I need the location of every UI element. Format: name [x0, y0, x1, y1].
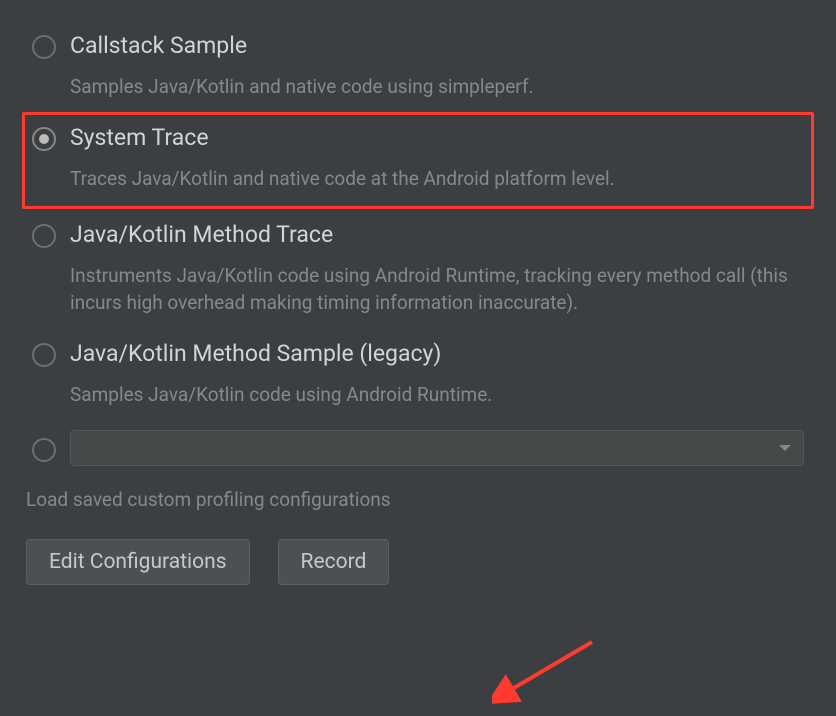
option-title: Callstack Sample: [70, 32, 804, 60]
radio-selected-dot: [39, 134, 49, 144]
custom-config-dropdown[interactable]: [70, 430, 804, 466]
option-content: Java/Kotlin Method Trace Instruments Jav…: [70, 221, 804, 316]
chevron-down-icon: [779, 445, 791, 451]
option-callstack-sample[interactable]: Callstack Sample Samples Java/Kotlin and…: [22, 20, 814, 112]
radio-callstack-sample[interactable]: [32, 35, 56, 59]
annotation-arrow-icon: [492, 637, 602, 707]
option-content: Callstack Sample Samples Java/Kotlin and…: [70, 32, 804, 100]
option-java-kotlin-method-sample-legacy[interactable]: Java/Kotlin Method Sample (legacy) Sampl…: [22, 328, 814, 420]
radio-java-kotlin-method-sample-legacy[interactable]: [32, 343, 56, 367]
option-description: Traces Java/Kotlin and native code at th…: [70, 166, 804, 193]
record-button[interactable]: Record: [278, 539, 390, 585]
option-title: System Trace: [70, 124, 804, 152]
helper-text: Load saved custom profiling configuratio…: [22, 476, 814, 521]
radio-custom-config[interactable]: [32, 438, 56, 462]
option-description: Samples Java/Kotlin and native code usin…: [70, 74, 804, 101]
button-row: Edit Configurations Record: [22, 521, 814, 603]
option-system-trace[interactable]: System Trace Traces Java/Kotlin and nati…: [22, 112, 814, 209]
option-java-kotlin-method-trace[interactable]: Java/Kotlin Method Trace Instruments Jav…: [22, 209, 814, 328]
custom-config-row: [22, 420, 814, 476]
option-content: Java/Kotlin Method Sample (legacy) Sampl…: [70, 340, 804, 408]
option-description: Samples Java/Kotlin code using Android R…: [70, 382, 804, 409]
radio-system-trace[interactable]: [32, 127, 56, 151]
option-description: Instruments Java/Kotlin code using Andro…: [70, 263, 804, 316]
option-title: Java/Kotlin Method Sample (legacy): [70, 340, 804, 368]
option-title: Java/Kotlin Method Trace: [70, 221, 804, 249]
option-content: System Trace Traces Java/Kotlin and nati…: [70, 124, 804, 192]
radio-java-kotlin-method-trace[interactable]: [32, 224, 56, 248]
edit-configurations-button[interactable]: Edit Configurations: [26, 539, 250, 585]
